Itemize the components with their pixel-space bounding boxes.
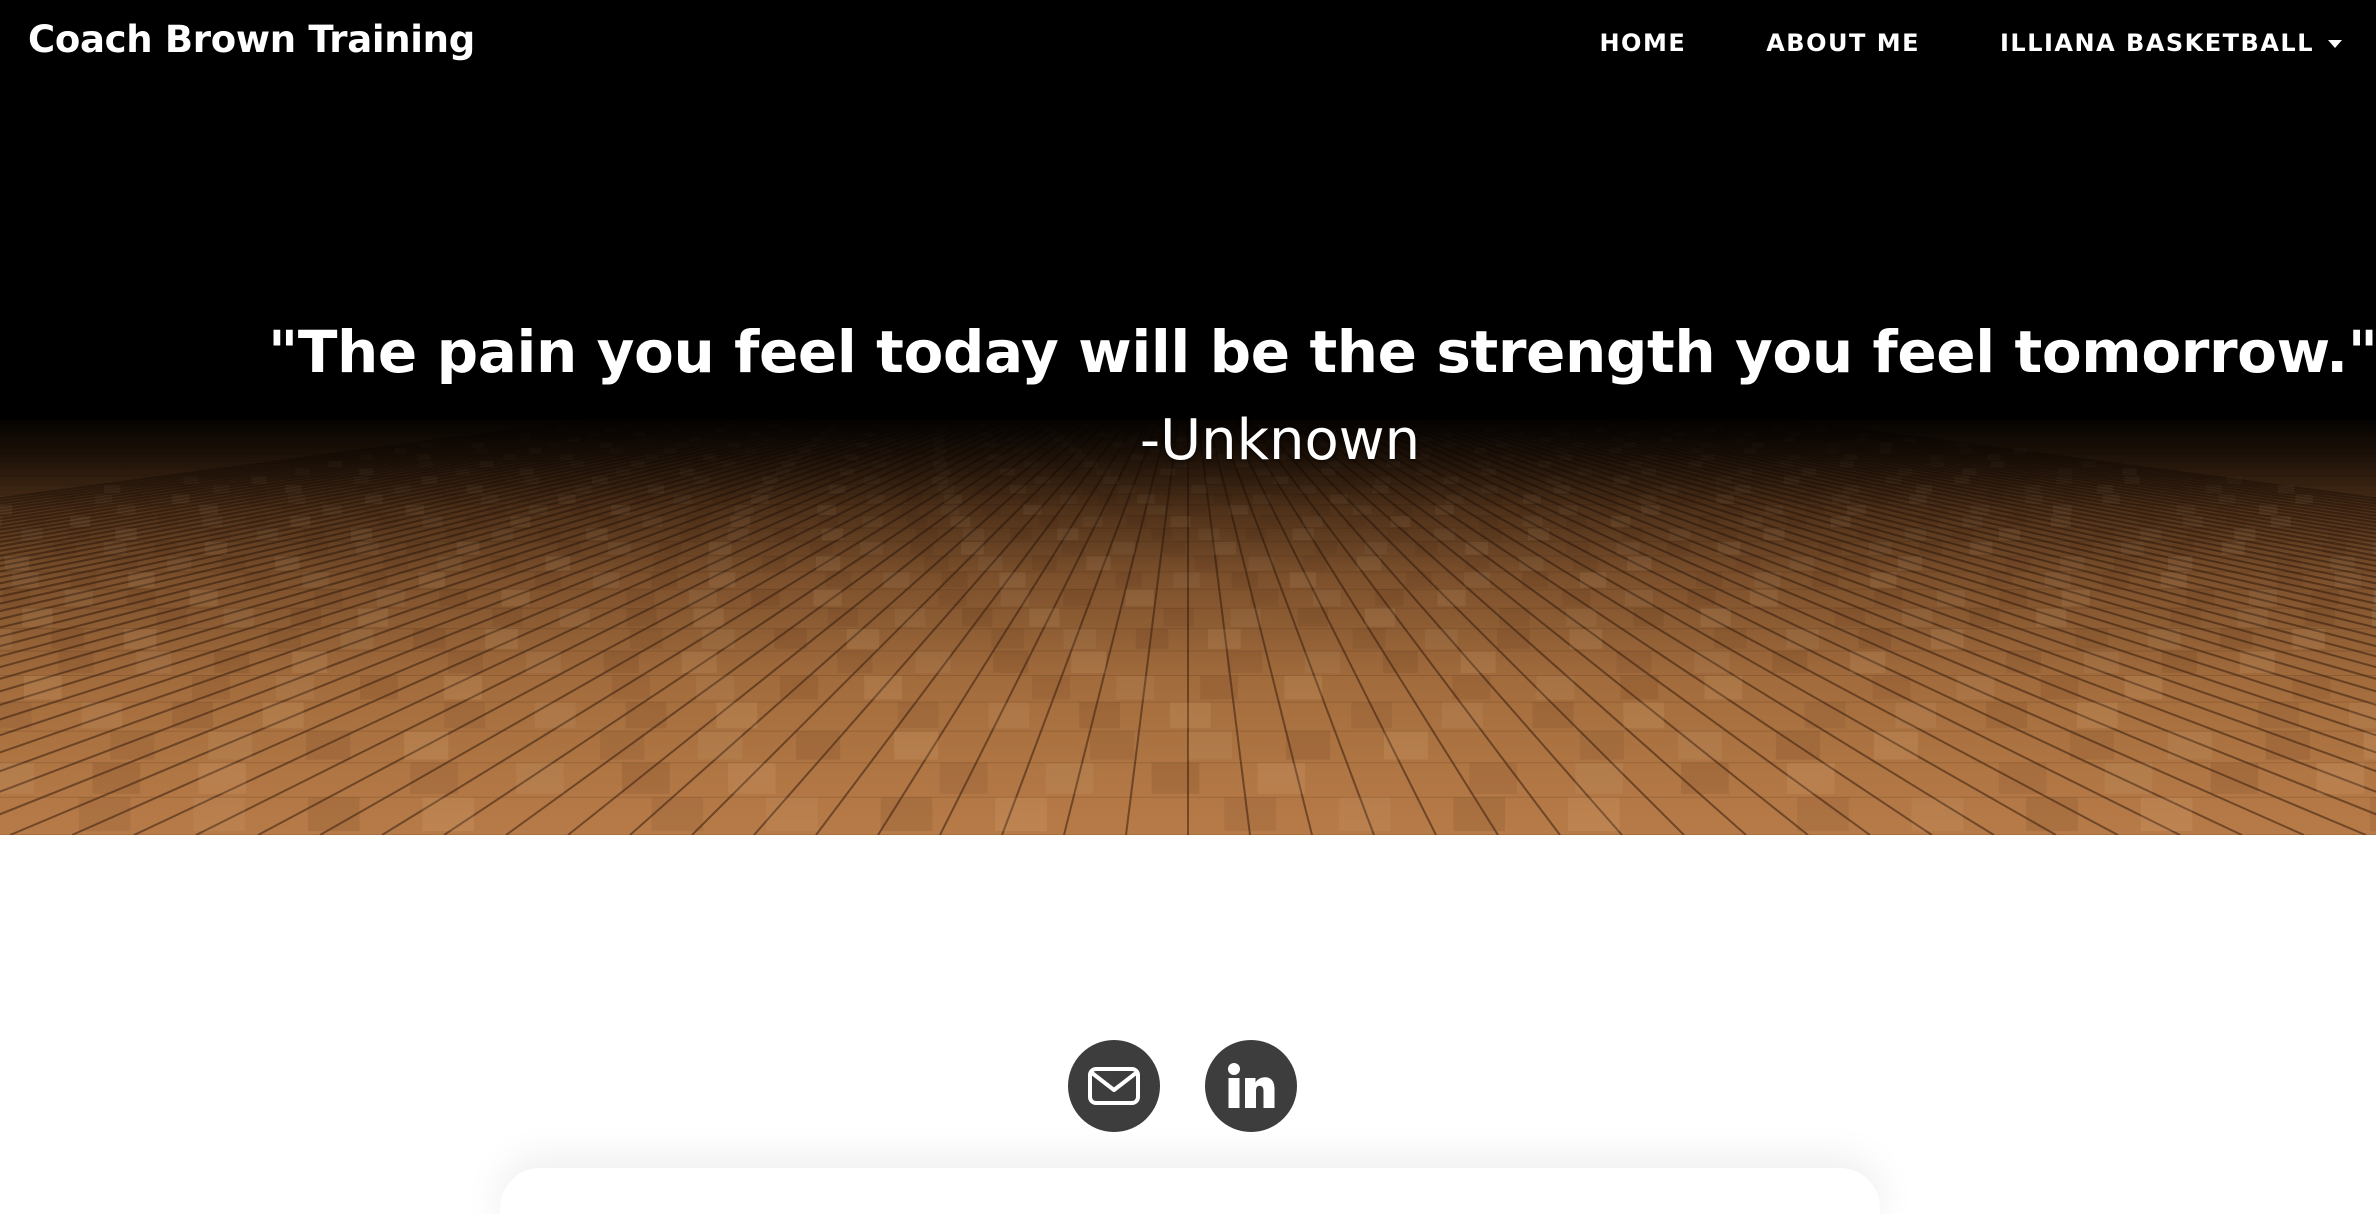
nav-illiana-basketball-label: ILLIANA BASKETBALL — [1999, 29, 2314, 57]
hero-quote: "The pain you feel today will be the str… — [268, 318, 2376, 386]
quote-attribution: -Unknown — [1139, 408, 1421, 473]
content-card-edge — [500, 1168, 1880, 1214]
site-brand[interactable]: Coach Brown Training — [28, 18, 475, 61]
linkedin-button[interactable] — [1205, 1040, 1297, 1132]
main-nav: HOME ABOUT ME ILLIANA BASKETBALL — [1519, 26, 2342, 60]
social-links — [1068, 1040, 1342, 1132]
page: Coach Brown Training HOME ABOUT ME ILLIA… — [0, 0, 2376, 1214]
envelope-icon — [1088, 1067, 1140, 1105]
linkedin-icon — [1228, 1063, 1275, 1108]
nav-home[interactable]: HOME — [1599, 29, 1686, 57]
nav-illiana-basketball[interactable]: ILLIANA BASKETBALL — [2000, 29, 2342, 57]
hero-banner: Coach Brown Training HOME ABOUT ME ILLIA… — [0, 0, 2376, 835]
chevron-down-icon — [2328, 40, 2342, 48]
nav-about-me[interactable]: ABOUT ME — [1766, 29, 1920, 57]
email-button[interactable] — [1068, 1040, 1160, 1132]
